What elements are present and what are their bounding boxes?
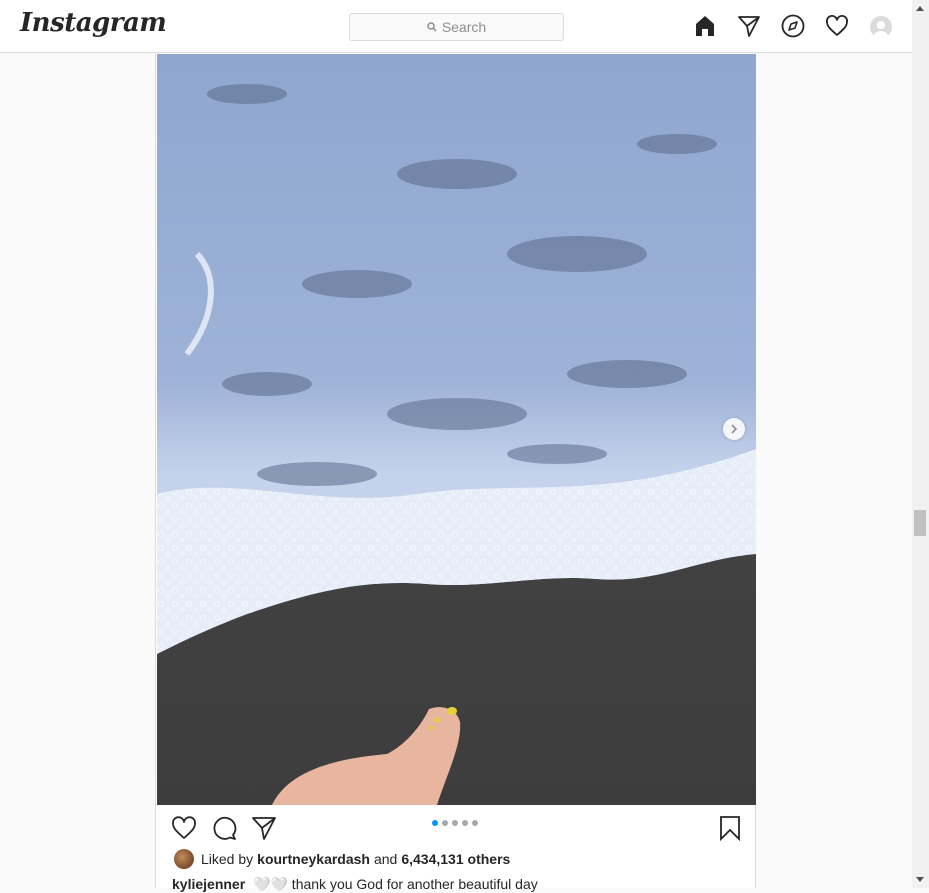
scrollbar-thumb[interactable]	[914, 510, 926, 536]
post-caption: kyliejenner 🤍🤍 thank you God for another…	[172, 876, 538, 893]
scroll-down-arrow-icon[interactable]	[916, 877, 924, 882]
activity-icon[interactable]	[825, 14, 849, 38]
page-scrollbar[interactable]	[912, 0, 929, 888]
profile-icon[interactable]	[870, 16, 892, 38]
likes-summary: Liked by kourtneykardash and 6,434,131 o…	[174, 849, 514, 869]
carousel-dot	[432, 820, 438, 826]
save-bookmark-icon[interactable]	[717, 815, 743, 841]
carousel-indicator	[432, 820, 478, 826]
carousel-next-button[interactable]	[723, 418, 745, 440]
caption-author-link[interactable]: kyliejenner	[172, 876, 245, 892]
chevron-right-icon	[731, 424, 738, 434]
search-icon	[427, 22, 437, 32]
liker-avatar[interactable]	[174, 849, 194, 869]
carousel-dot	[462, 820, 468, 826]
carousel-dot	[472, 820, 478, 826]
carousel-dot	[452, 820, 458, 826]
share-icon[interactable]	[251, 815, 277, 841]
liker-username-link[interactable]: kourtneykardash	[257, 851, 370, 867]
scroll-up-arrow-icon[interactable]	[916, 6, 924, 11]
search-placeholder: Search	[441, 19, 487, 35]
post-actions-bar	[156, 805, 755, 849]
like-heart-icon[interactable]	[171, 815, 197, 841]
top-navbar: Instagram Search	[0, 0, 912, 53]
home-icon[interactable]	[693, 14, 717, 38]
comment-icon[interactable]	[211, 815, 237, 841]
likes-count-link[interactable]: 6,434,131 others	[401, 851, 510, 867]
feed-post: Liked by kourtneykardash and 6,434,131 o…	[155, 54, 756, 892]
likes-conjunction: and	[373, 851, 398, 867]
search-input[interactable]: Search	[349, 13, 564, 41]
beach-photo-image	[157, 54, 756, 805]
post-photo[interactable]	[157, 54, 756, 805]
avatar-placeholder-icon	[874, 21, 888, 38]
explore-icon[interactable]	[781, 14, 805, 38]
instagram-logo[interactable]: Instagram	[20, 8, 167, 38]
likes-prefix: Liked by	[201, 851, 254, 867]
direct-icon[interactable]	[737, 14, 761, 38]
carousel-dot	[442, 820, 448, 826]
caption-text: 🤍🤍 thank you God for another beautiful d…	[253, 876, 538, 892]
